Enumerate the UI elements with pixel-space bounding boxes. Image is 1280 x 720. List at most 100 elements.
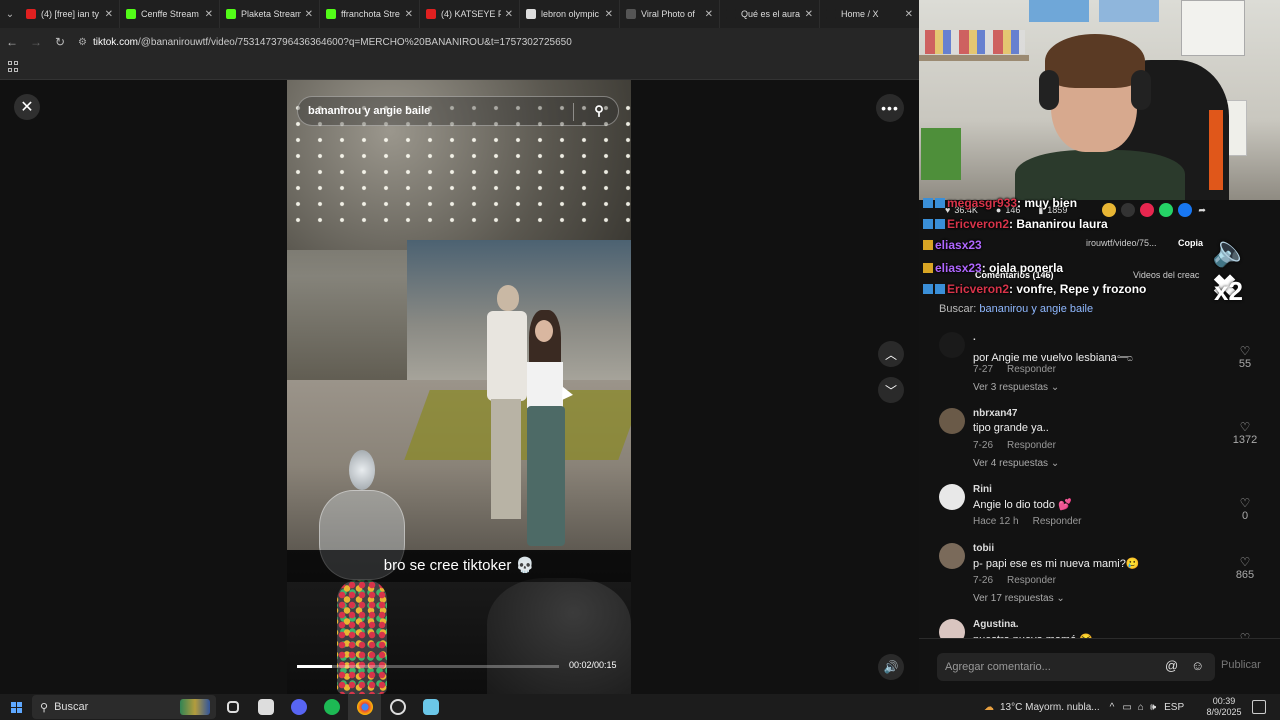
browser-tab[interactable]: (4) [free] ian ty ✕ xyxy=(20,0,120,28)
reply-button[interactable]: Responder xyxy=(1007,364,1056,375)
comment-username[interactable]: nbrxan47 xyxy=(973,408,1017,419)
app-icon-blue[interactable] xyxy=(414,694,447,720)
chrome-icon[interactable] xyxy=(348,694,381,720)
tab-close-icon[interactable]: ✕ xyxy=(305,9,313,20)
browser-tab[interactable]: lebron olympic ✕ xyxy=(520,0,620,28)
tab-close-icon[interactable]: ✕ xyxy=(205,9,213,20)
avatar[interactable] xyxy=(939,543,965,569)
browser-tab[interactable]: Plaketa Stream ✕ xyxy=(220,0,320,28)
close-video-button[interactable]: ✕ xyxy=(14,94,40,120)
url-host: tiktok.com xyxy=(92,36,138,48)
related-search-link[interactable]: Buscar: bananirou y angie baile xyxy=(939,303,1093,315)
video-search-bar[interactable]: bananirou y angie baile ⚲ xyxy=(297,96,619,126)
back-icon[interactable]: ← xyxy=(0,28,24,56)
chat-username[interactable]: eliasx23 xyxy=(935,238,982,252)
heart-icon[interactable]: ♡ xyxy=(1231,496,1259,510)
chat-username[interactable]: Ericveron2 xyxy=(947,217,1009,231)
tab-close-icon[interactable]: ✕ xyxy=(805,9,813,20)
more-options-button[interactable]: ••• xyxy=(876,94,904,122)
browser-tab[interactable]: Home / X ✕ xyxy=(820,0,920,28)
obs-icon[interactable] xyxy=(381,694,414,720)
comment-like[interactable]: ♡ 0 xyxy=(1231,496,1259,522)
start-button-icon[interactable] xyxy=(0,694,32,720)
related-search-query[interactable]: bananirou y angie baile xyxy=(979,303,1093,315)
chat-username[interactable]: megasgr933 xyxy=(947,196,1017,210)
previous-video-button[interactable]: ︿ xyxy=(878,341,904,367)
task-view-icon[interactable] xyxy=(216,694,249,720)
comment-like[interactable]: ♡ 865 xyxy=(1231,555,1259,581)
weather-icon[interactable]: ☁ xyxy=(984,702,994,713)
avatar[interactable] xyxy=(939,332,965,358)
forward-icon[interactable]: → xyxy=(24,28,48,56)
comment-username[interactable]: . xyxy=(973,332,976,343)
video-progress-bar[interactable] xyxy=(297,665,559,668)
taskbar-search[interactable]: ⚲ Buscar xyxy=(32,695,216,719)
view-replies-button[interactable]: Ver 3 respuestas ⌄ xyxy=(973,382,1059,393)
view-replies-button[interactable]: Ver 4 respuestas ⌄ xyxy=(973,458,1059,469)
apps-icon[interactable] xyxy=(8,61,20,73)
browser-tab[interactable]: (4) KATSEYE Pe ✕ xyxy=(420,0,520,28)
tab-close-icon[interactable]: ✕ xyxy=(405,9,413,20)
language-indicator[interactable]: ESP xyxy=(1164,702,1184,713)
emoji-icon[interactable]: ☺ xyxy=(1191,658,1204,673)
taskbar-clock[interactable]: 00:39 8/9/2025 xyxy=(1204,696,1244,718)
comment-date: 7-27 xyxy=(973,364,994,375)
comment-username[interactable]: Agustina. xyxy=(973,619,1019,630)
video-search-query: bananirou y angie baile xyxy=(308,105,431,117)
facebook-icon[interactable] xyxy=(1178,203,1193,217)
heart-icon[interactable]: ♡ xyxy=(1231,344,1259,358)
heart-icon[interactable]: ♡ xyxy=(1231,420,1259,434)
share-coin-icon[interactable] xyxy=(1102,203,1117,217)
publish-button[interactable]: Publicar xyxy=(1221,659,1261,671)
wall-poster xyxy=(1029,0,1089,22)
view-replies-button[interactable]: Ver 17 respuestas ⌄ xyxy=(973,593,1065,604)
tab-close-icon[interactable]: ✕ xyxy=(105,9,113,20)
tray-chevron-icon[interactable]: ^ xyxy=(1110,702,1115,713)
notification-icon[interactable] xyxy=(1252,700,1266,714)
tab-label: (4) [free] ian ty xyxy=(41,9,100,19)
chat-text: : vonfre, Repe y frozono xyxy=(1009,282,1147,296)
video-player[interactable]: bananirou y angie baile ⚲ bro se cree ti… xyxy=(287,80,631,694)
app-icon[interactable] xyxy=(249,694,282,720)
tab-close-icon[interactable]: ✕ xyxy=(705,9,713,20)
avatar[interactable] xyxy=(939,484,965,510)
search-icon[interactable]: ⚲ xyxy=(590,103,608,121)
tab-close-icon[interactable]: ✕ xyxy=(605,9,613,20)
embed-icon[interactable] xyxy=(1121,203,1136,217)
weather-text[interactable]: 13°C Mayorm. nubla... xyxy=(1000,702,1100,713)
comment-username[interactable]: tobii xyxy=(973,543,994,554)
next-video-button[interactable]: ﹀ xyxy=(878,377,904,403)
chat-username[interactable]: Ericveron2 xyxy=(947,282,1009,296)
browser-tab[interactable]: Qué es el aura ✕ xyxy=(720,0,820,28)
heart-icon[interactable]: ♡ xyxy=(1231,555,1259,569)
share-arrow-icon[interactable]: ➦ xyxy=(1198,205,1206,216)
tab-creator-videos[interactable]: Videos del creac xyxy=(1133,270,1199,280)
tray-app-icon[interactable]: ▭ xyxy=(1122,702,1131,713)
reload-icon[interactable]: ↻ xyxy=(48,28,72,56)
comment-like[interactable]: ♡ 55 xyxy=(1231,344,1259,370)
volume-icon[interactable]: 🕪 xyxy=(1150,702,1156,713)
reply-button[interactable]: Responder xyxy=(1007,440,1056,451)
chat-username[interactable]: eliasx23 xyxy=(935,261,982,275)
site-info-icon[interactable]: ⚙ xyxy=(78,37,87,48)
volume-button[interactable]: 🔊 xyxy=(878,654,904,680)
whatsapp-icon[interactable] xyxy=(1159,203,1174,217)
tab-search-icon[interactable]: ⌄ xyxy=(0,0,20,28)
tab-close-icon[interactable]: ✕ xyxy=(905,9,913,20)
tab-close-icon[interactable]: ✕ xyxy=(505,9,513,20)
url-field[interactable]: ⚙ tiktok.com/@bananirouwtf/video/7531473… xyxy=(78,31,912,53)
discord-icon[interactable] xyxy=(282,694,315,720)
share-send-icon[interactable] xyxy=(1140,203,1155,217)
spotify-icon[interactable] xyxy=(315,694,348,720)
copy-link-button[interactable]: Copia xyxy=(1178,238,1203,248)
comment-like[interactable]: ♡ 1372 xyxy=(1231,420,1259,446)
avatar[interactable] xyxy=(939,408,965,434)
network-icon[interactable]: ⌂ xyxy=(1138,702,1144,713)
reply-button[interactable]: Responder xyxy=(1007,575,1056,586)
mention-icon[interactable]: @ xyxy=(1165,658,1178,673)
reply-button[interactable]: Responder xyxy=(1033,516,1082,527)
browser-tab[interactable]: Cenffe Stream ✕ xyxy=(120,0,220,28)
comment-username[interactable]: Rini xyxy=(973,484,992,495)
browser-tab[interactable]: Viral Photo of ✕ xyxy=(620,0,720,28)
browser-tab[interactable]: ffranchota Stre ✕ xyxy=(320,0,420,28)
